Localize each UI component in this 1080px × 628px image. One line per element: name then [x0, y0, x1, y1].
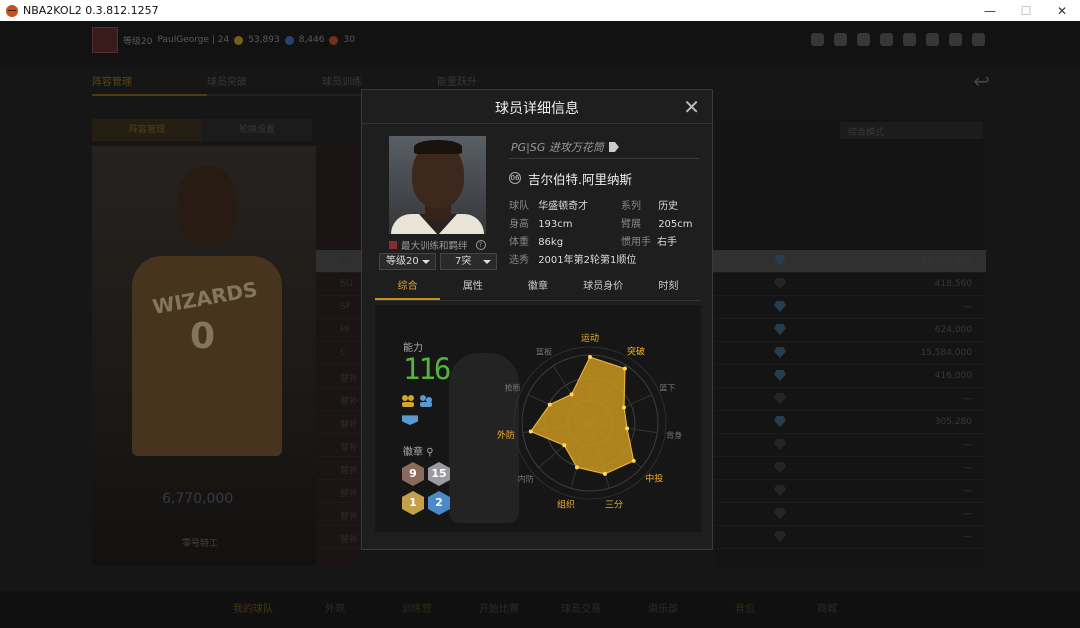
info-draft: 选秀 2001年第2轮第1顺位	[509, 251, 636, 266]
info-value: 华盛顿奇才	[538, 201, 589, 212]
radar-axis-label: 篮下	[659, 383, 675, 393]
badge-silver[interactable]: 15	[428, 462, 450, 486]
ability-value: 116	[403, 352, 451, 386]
position-tag: PG|SG 进攻万花筒	[511, 139, 619, 155]
tab-badges[interactable]: 徽章	[505, 277, 570, 300]
radar-point	[528, 429, 533, 434]
badge-blue[interactable]: 2	[428, 491, 450, 515]
modal-header: 球员详细信息 ✕	[362, 90, 712, 124]
window-titlebar: NBA2KOL2 0.3.812.1257 — ☐ ✕	[0, 0, 1080, 21]
chemistry-blue-icon[interactable]	[419, 394, 433, 408]
close-icon[interactable]: ✕	[683, 95, 700, 119]
shield-icon[interactable]	[402, 415, 418, 425]
info-key: 体重	[509, 237, 529, 248]
radar-point	[602, 471, 607, 476]
search-icon[interactable]: ⚲	[426, 447, 433, 458]
break-select[interactable]: 7突	[440, 253, 497, 270]
info-value: 205cm	[658, 219, 693, 230]
info-value: 193cm	[538, 219, 573, 230]
radar-point	[547, 402, 552, 407]
help-icon[interactable]: ?	[475, 240, 486, 250]
break-select-value: 7突	[455, 256, 472, 267]
info-value: 历史	[658, 201, 679, 212]
window-title: NBA2KOL2 0.3.812.1257	[23, 4, 159, 17]
app-basketball-icon	[6, 4, 18, 17]
radar-point	[588, 355, 592, 360]
radar-axis-label: 运动	[581, 333, 599, 344]
chevron-down-icon	[422, 260, 430, 264]
tab-overview[interactable]: 综合	[375, 277, 441, 300]
level-select-value: 等级20	[386, 256, 419, 267]
radar-point	[631, 458, 636, 463]
info-wingspan: 臂展 205cm	[621, 215, 693, 230]
radar-point	[574, 465, 579, 470]
checkbox-icon[interactable]	[389, 241, 397, 249]
minimize-button[interactable]: —	[972, 0, 1008, 21]
radar-axis-label: 抢断	[505, 383, 521, 393]
radar-axis-label: 外防	[497, 429, 515, 441]
radar-value-area	[529, 356, 635, 475]
info-value: 右手	[657, 237, 677, 248]
info-key: 球队	[509, 201, 529, 212]
modal-title: 球员详细信息	[495, 101, 579, 117]
chevron-down-icon	[483, 260, 491, 264]
info-weight: 体重 86kg	[509, 233, 563, 248]
divider	[509, 158, 699, 159]
maximize-button[interactable]: ☐	[1008, 0, 1044, 21]
radar-axis-label: 篮板	[536, 346, 552, 356]
radar-axis-label: 中投	[645, 473, 663, 485]
tab-moments[interactable]: 时刻	[636, 277, 701, 300]
info-key: 系列	[621, 201, 641, 212]
overview-panel: 能力 116 徽章 ⚲ 9 15 1 2 运动 突破 篮下 背身 中投 三分 组织 内防 外防抢…	[375, 305, 701, 532]
ability-radar-chart: 运动突破篮下背身中投三分 组织 内防 外防 抢断 篮板	[497, 333, 682, 511]
info-key: 身高	[509, 219, 529, 230]
badge-bronze[interactable]: 9	[402, 462, 424, 486]
player-portrait	[389, 136, 486, 234]
info-key: 选秀	[509, 255, 529, 266]
tab-value[interactable]: 球员身价	[571, 277, 636, 300]
modal-tabs: 综合 属性 徽章 球员身价 时刻	[375, 277, 701, 301]
player-name: 吉尔伯特.阿里纳斯	[528, 172, 632, 187]
radar-point	[562, 443, 567, 448]
radar-axis-label: 突破	[627, 345, 645, 357]
position-label: PG|SG 进攻万花筒	[511, 141, 604, 154]
radar-axis-label: 组织	[557, 499, 575, 511]
radar-axis-label: 背身	[666, 430, 682, 440]
max-train-label: 最大训练和羁绊	[401, 241, 468, 252]
close-window-button[interactable]: ✕	[1044, 0, 1080, 21]
info-value: 2001年第2轮第1顺位	[538, 255, 637, 266]
tag-icon[interactable]	[608, 142, 619, 152]
radar-point	[622, 366, 627, 371]
info-key: 臂展	[621, 219, 641, 230]
tab-attributes[interactable]: 属性	[440, 277, 505, 300]
info-key: 惯用手	[621, 237, 651, 248]
badges-label-text: 徽章	[403, 447, 423, 458]
info-height: 身高 193cm	[509, 215, 573, 230]
info-series: 系列 历史	[621, 197, 678, 212]
info-hand: 惯用手 右手	[621, 233, 677, 248]
info-team: 球队 华盛顿奇才	[509, 197, 588, 212]
info-value: 86kg	[538, 237, 564, 248]
radar-point	[569, 392, 574, 397]
radar-point	[625, 426, 630, 431]
badge-gold[interactable]: 1	[402, 491, 424, 515]
max-train-option[interactable]: 最大训练和羁绊 ?	[389, 238, 486, 252]
radar-axis-label: 三分	[605, 500, 623, 511]
player-detail-modal: 球员详细信息 ✕ 最大训练和羁绊 ? 等级20 7突 PG|SG 进攻万花筒 0…	[361, 89, 713, 550]
jersey-number: 06	[509, 172, 521, 184]
radar-axis-label: 内防	[518, 474, 534, 484]
level-select[interactable]: 等级20	[379, 253, 436, 270]
radar-point	[622, 405, 627, 410]
chemistry-gold-icon[interactable]	[401, 394, 415, 408]
badges-label: 徽章 ⚲	[403, 443, 434, 458]
